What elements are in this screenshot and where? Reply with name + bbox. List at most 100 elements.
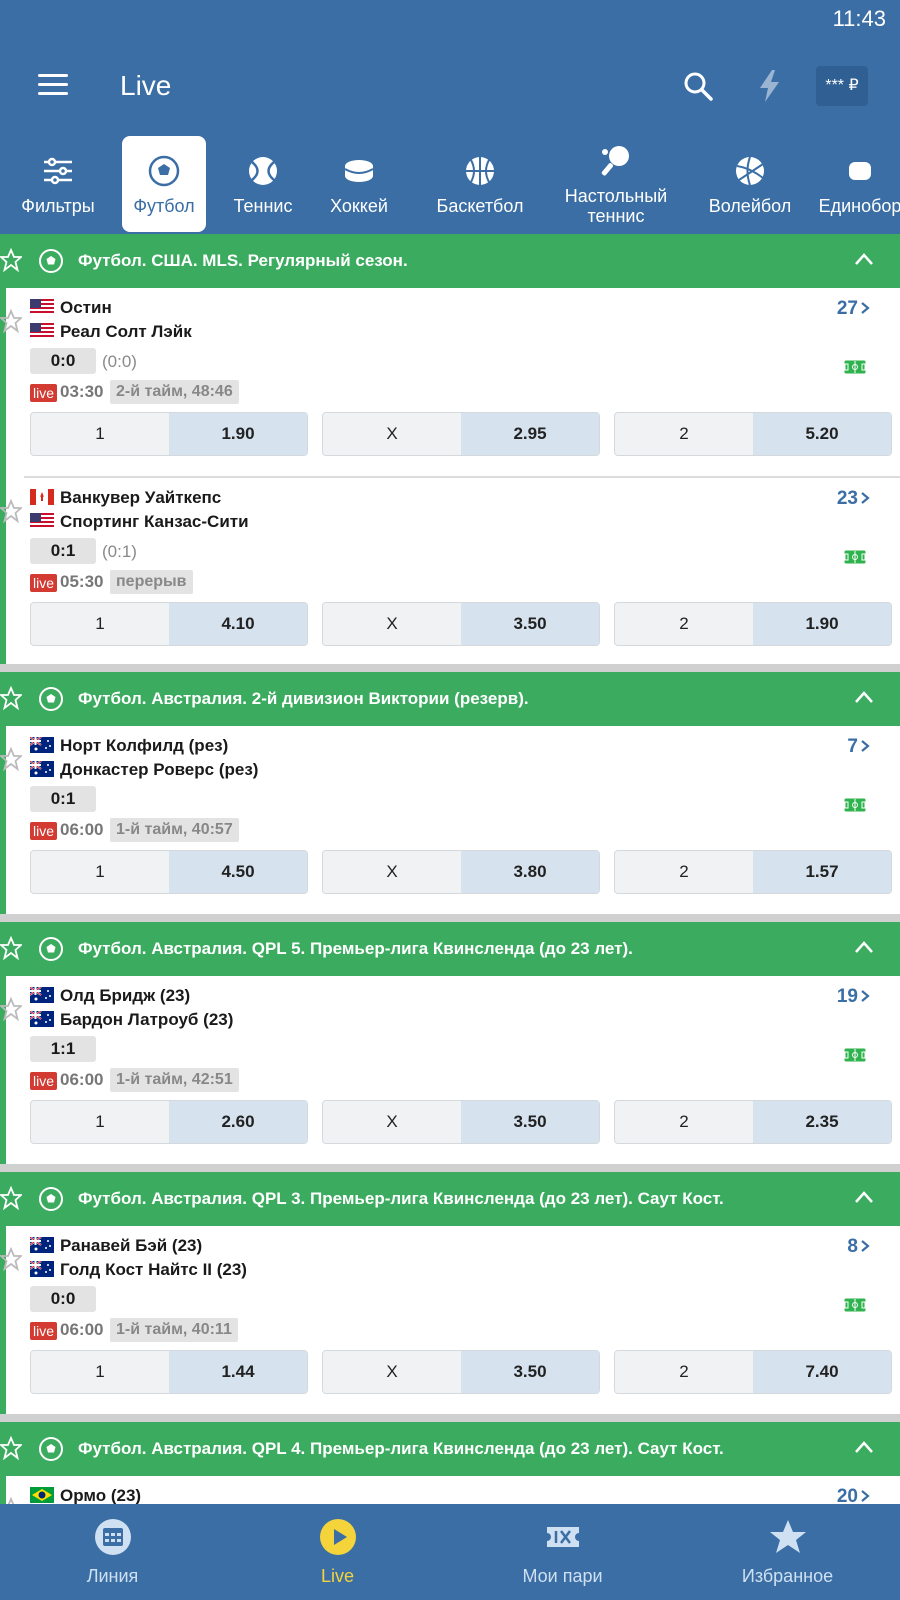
tennis-icon — [246, 154, 280, 188]
volleyball-icon — [733, 154, 767, 188]
match-start-time: 06:00 — [60, 1070, 104, 1089]
match-field-icon[interactable] — [844, 1298, 866, 1312]
odds-button[interactable]: 1 2.60 — [30, 1100, 308, 1144]
team-name: Остин — [30, 298, 112, 318]
sport-tab-2[interactable]: Теннис — [218, 136, 308, 232]
flag-icon — [30, 1487, 54, 1503]
league-title: Футбол. Австралия. QPL 5. Премьер-лига К… — [78, 939, 633, 958]
balance-button[interactable]: *** ₽ — [816, 66, 868, 106]
markets-count-link[interactable]: 23 — [837, 488, 870, 510]
markets-count-link[interactable]: 7 — [847, 736, 870, 758]
match-start-time: 06:00 — [60, 820, 104, 839]
favorite-match-star-icon[interactable] — [0, 1496, 22, 1504]
page-title: Live — [120, 70, 172, 101]
team-name: Ормо (23) — [30, 1486, 141, 1504]
menu-icon[interactable] — [38, 74, 68, 96]
team-name: Голд Кост Найтс II (23) — [29, 1260, 247, 1280]
sport-tab-label: Настольный теннис — [564, 186, 668, 226]
odds-button[interactable]: X 3.50 — [322, 1100, 600, 1144]
markets-count-link[interactable]: 20 — [837, 1486, 870, 1504]
favorite-league-star-icon[interactable] — [0, 1435, 24, 1461]
match-card[interactable]: Олд Бридж (23) Бардон Латроуб (23) 19 1:1 li… — [0, 976, 900, 1164]
match-field-icon[interactable] — [844, 1048, 866, 1062]
sport-tab-0[interactable]: Фильтры — [0, 136, 116, 232]
league-header[interactable]: Футбол. Австралия. 2-й дивизион Виктории… — [0, 672, 900, 726]
league-header[interactable]: Футбол. Австралия. QPL 4. Премьер-лига К… — [0, 1422, 900, 1476]
sport-tab-3[interactable]: Хоккей — [314, 136, 404, 232]
team-name-text: Реал Солт Лэйк — [60, 322, 192, 341]
favorite-league-star-icon[interactable] — [0, 685, 24, 711]
match-start-time: 05:30 — [60, 572, 104, 591]
league-title: Футбол. Австралия. QPL 3. Премьер-лига К… — [78, 1189, 724, 1208]
collapse-chevron-icon[interactable] — [854, 690, 874, 704]
markets-count-link[interactable]: 8 — [847, 1236, 870, 1258]
nav-item-2[interactable]: Мои пари — [450, 1504, 675, 1600]
league-header[interactable]: Футбол. Австралия. QPL 3. Премьер-лига К… — [0, 1172, 900, 1226]
favorite-match-star-icon[interactable] — [0, 1246, 24, 1272]
odds-outcome: 2 — [679, 424, 689, 443]
match-field-icon[interactable] — [844, 360, 866, 374]
odds-button[interactable]: X 3.50 — [322, 1350, 600, 1394]
nav-item-1[interactable]: Live — [225, 1504, 450, 1600]
team-name: Бардон Латроуб (23) — [29, 1010, 233, 1030]
odds-button[interactable]: X 2.95 — [322, 412, 600, 456]
markets-count-link[interactable]: 27 — [837, 298, 870, 320]
collapse-chevron-icon[interactable] — [854, 252, 874, 266]
odds-outcome: 1 — [95, 1112, 105, 1131]
league-header[interactable]: Футбол. США. MLS. Регулярный сезон. — [0, 234, 900, 288]
sport-tab-6[interactable]: Волейбол — [690, 136, 810, 232]
odds-button[interactable]: 1 4.10 — [30, 602, 308, 646]
odds-row: 1 4.10 X 3.50 2 1.90 — [30, 602, 900, 646]
league-header[interactable]: Футбол. Австралия. QPL 5. Премьер-лига К… — [0, 922, 900, 976]
favorite-match-star-icon[interactable] — [0, 308, 24, 334]
match-card[interactable]: Остин Реал Солт Лэйк 27 0:0 (0:0) live 03:30 2-… — [0, 288, 900, 476]
lightning-icon[interactable] — [752, 68, 788, 104]
favorite-league-star-icon[interactable] — [0, 935, 24, 961]
odds-button[interactable]: 1 4.50 — [30, 850, 308, 894]
odds-value: 5.20 — [753, 413, 891, 455]
match-period: 1-й тайм, 40:57 — [110, 818, 239, 842]
markets-count-link[interactable]: 19 — [837, 986, 870, 1008]
favorite-league-star-icon[interactable] — [0, 247, 24, 273]
odds-button[interactable]: 1 1.90 — [30, 412, 308, 456]
nav-item-0[interactable]: Линия — [0, 1504, 225, 1600]
odds-button[interactable]: X 3.80 — [322, 850, 600, 894]
team-name: Спортинг Канзас-Сити — [30, 512, 249, 532]
match-card[interactable]: Ранавей Бэй (23) Голд Кост Найтс II (23) 8… — [0, 1226, 900, 1414]
odds-button[interactable]: 2 5.20 — [614, 412, 892, 456]
favorite-league-star-icon[interactable] — [0, 1185, 24, 1211]
flag-icon — [29, 760, 54, 777]
match-card[interactable]: Норт Колфилд (рез) Донкастер Роверс (рез)… — [0, 726, 900, 914]
nav-label: Избранное — [741, 1566, 834, 1586]
sport-tab-4[interactable]: Баскетбол — [420, 136, 540, 232]
league-title: Футбол. Австралия. QPL 4. Премьер-лига К… — [78, 1439, 724, 1458]
odds-button[interactable]: 2 2.35 — [614, 1100, 892, 1144]
match-card[interactable]: Ормо (23) 20 — [6, 1476, 900, 1504]
sport-tab-label: Волейбол — [708, 196, 792, 216]
sport-tab-7[interactable]: Единобор — [810, 136, 900, 232]
markets-count: 7 — [847, 736, 858, 757]
odds-outcome: X — [386, 614, 398, 633]
odds-button[interactable]: X 3.50 — [322, 602, 600, 646]
favorite-match-star-icon[interactable] — [0, 996, 24, 1022]
sport-tab-5[interactable]: Настольный теннис — [548, 136, 684, 232]
match-card[interactable]: Ванкувер Уайткепс Спортинг Канзас-Сити 23 0… — [0, 476, 900, 664]
match-field-icon[interactable] — [844, 550, 866, 564]
odds-outcome: X — [386, 424, 398, 443]
odds-button[interactable]: 2 1.57 — [614, 850, 892, 894]
odds-button[interactable]: 1 1.44 — [30, 1350, 308, 1394]
nav-item-3[interactable]: Избранное — [675, 1504, 900, 1600]
top-app-bar: Live *** ₽ — [0, 40, 900, 132]
favorite-match-star-icon[interactable] — [0, 498, 24, 524]
match-field-icon[interactable] — [844, 798, 866, 812]
odds-button[interactable]: 2 1.90 — [614, 602, 892, 646]
search-icon[interactable] — [680, 68, 716, 104]
favorite-match-star-icon[interactable] — [0, 746, 24, 772]
collapse-chevron-icon[interactable] — [854, 940, 874, 954]
odds-button[interactable]: 2 7.40 — [614, 1350, 892, 1394]
sport-tab-1[interactable]: Футбол — [122, 136, 206, 232]
sport-tab-label: Фильтры — [21, 196, 95, 216]
collapse-chevron-icon[interactable] — [854, 1440, 874, 1454]
sport-tab-label: Баскетбол — [436, 196, 524, 216]
collapse-chevron-icon[interactable] — [854, 1190, 874, 1204]
